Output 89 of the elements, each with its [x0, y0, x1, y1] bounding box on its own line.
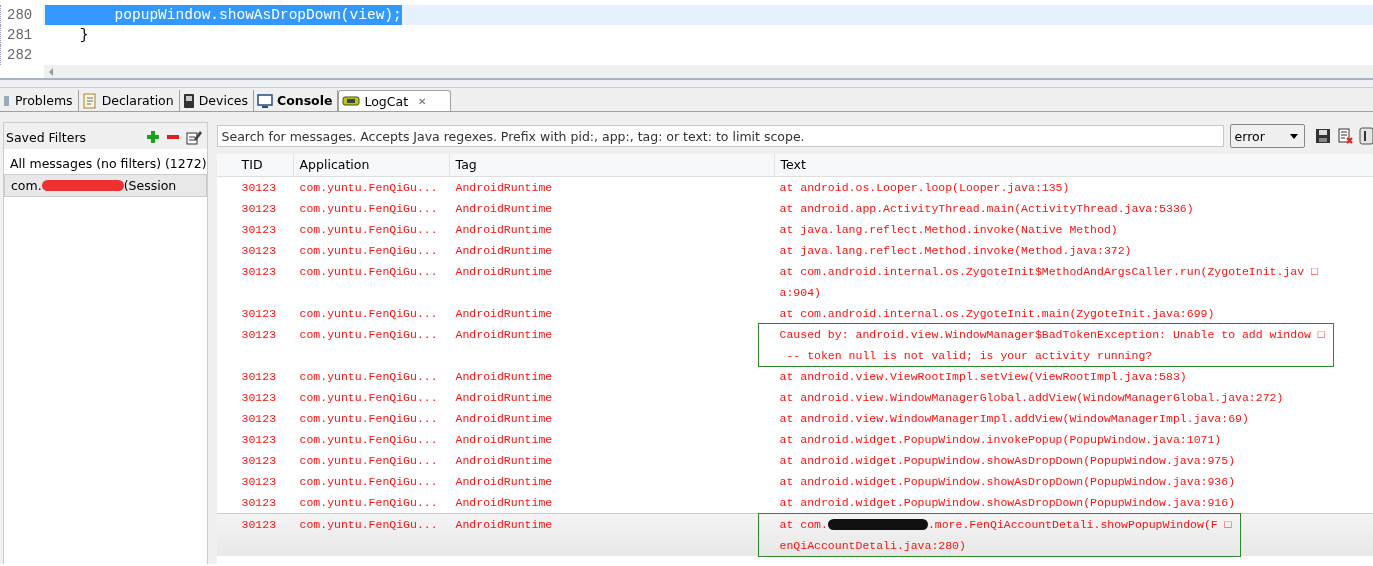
table-cell-text: 30123: [240, 432, 278, 448]
column-header[interactable]: Application: [293, 154, 450, 176]
table-cell-text: AndroidRuntime: [454, 474, 554, 490]
log-text: at android.view.WindowManagerGlobal.addView(WindowManagerGlobal.java:272): [779, 391, 1284, 404]
log-text: at android.view.WindowManagerImpl.addView(WindowManagerImpl.java:69): [779, 412, 1249, 425]
table-cell-text: AndroidRuntime: [454, 390, 554, 406]
table-cell-text: com.yuntu.FenQiGu...: [298, 517, 439, 533]
table-cell-text: 30123: [240, 306, 278, 322]
logcat-icon: [342, 94, 361, 108]
log-text: a:904): [779, 286, 821, 299]
line-number: 280: [0, 5, 43, 25]
table-cell-text: AndroidRuntime: [454, 264, 554, 280]
table-cell-text: com.yuntu.FenQiGu...: [298, 306, 439, 322]
close-icon[interactable]: ✕: [418, 95, 427, 107]
table-cell-text: com.yuntu.FenQiGu...: [298, 264, 439, 280]
edit-icon[interactable]: [185, 129, 202, 145]
table-cell-text: 30123: [240, 390, 278, 406]
table-cell-text: 30123: [240, 327, 278, 343]
table-cell-text: 30123: [240, 411, 278, 427]
view-tab[interactable]: LogCat ✕: [338, 90, 452, 111]
problems-icon: [3, 93, 11, 108]
log-text: at android.os.Looper.loop(Looper.java:135): [779, 181, 1070, 194]
level-dropdown[interactable]: error: [1229, 124, 1305, 148]
column-header[interactable]: Text: [774, 154, 1373, 176]
document-icon: [81, 92, 98, 109]
table-cell-text: AndroidRuntime: [454, 453, 554, 469]
table-cell-text: 30123: [240, 243, 278, 259]
table-cell-text: com.yuntu.FenQiGu...: [298, 474, 439, 490]
table-cell-text: AndroidRuntime: [454, 201, 554, 217]
table-cell-text: AndroidRuntime: [454, 327, 554, 343]
table-cell-text: com.yuntu.FenQiGu...: [298, 180, 439, 196]
table-cell-text: com.yuntu.FenQiGu...: [298, 222, 439, 238]
table-cell-text: com.yuntu.FenQiGu...: [298, 201, 439, 217]
column-header[interactable]: TID: [235, 154, 294, 176]
scroll-left-icon[interactable]: [48, 67, 54, 76]
monitor-icon: [256, 93, 273, 108]
filter-item[interactable]: All messages (no filters) (1272): [4, 153, 207, 174]
toggle-panel-icon[interactable]: [1358, 127, 1373, 145]
table-cell-text: com.yuntu.FenQiGu...: [298, 453, 439, 469]
table-cell-text: 30123: [240, 222, 278, 238]
log-text: at com.android.internal.os.ZygoteInit.main(ZygoteInit.java:699): [779, 307, 1215, 320]
panel-title: Saved Filters: [6, 129, 87, 145]
log-text: at java.lang.reflect.Method.invoke(Native Method): [779, 223, 1118, 236]
table-cell-text: com.yuntu.FenQiGu...: [298, 327, 439, 343]
caret-icon: [1289, 133, 1298, 139]
table-cell-text: 30123: [240, 495, 278, 511]
table-cell-text: AndroidRuntime: [454, 306, 554, 322]
log-text: Caused by: android.view.WindowManager$BadTokenException: Unable to add window □: [779, 328, 1325, 341]
table-cell-text: AndroidRuntime: [454, 517, 554, 533]
add-icon[interactable]: [145, 130, 160, 144]
table-cell-text: 30123: [240, 264, 278, 280]
table-cell-text: AndroidRuntime: [454, 495, 554, 511]
table-cell-text: AndroidRuntime: [454, 222, 554, 238]
table-cell-text: AndroidRuntime: [454, 432, 554, 448]
phone-icon: [182, 92, 195, 109]
log-text: at android.widget.PopupWindow.showAsDropDown(PopupWindow.java:975): [779, 454, 1236, 467]
table-cell-text: 30123: [240, 201, 278, 217]
code-line: }: [78, 26, 89, 45]
table-cell-text: 30123: [240, 369, 278, 385]
save-icon[interactable]: [1314, 128, 1331, 144]
table-cell-text: AndroidRuntime: [454, 369, 554, 385]
log-text: at com.android.internal.os.ZygoteInit$MethodAndArgsCaller.run(ZygoteInit.jav □: [779, 265, 1318, 278]
table-cell-text: 30123: [240, 453, 278, 469]
table-cell-text: com.yuntu.FenQiGu...: [298, 243, 439, 259]
log-text: at android.widget.PopupWindow.showAsDropDown(PopupWindow.java:916): [779, 496, 1236, 509]
table-cell-text: 30123: [240, 474, 278, 490]
clear-log-icon[interactable]: [1336, 128, 1353, 144]
log-text: -- token null is not valid; is your activity running?: [785, 349, 1153, 362]
log-text: .more.FenQiAccountDetali.showPopupWindow(F □: [927, 518, 1232, 531]
log-text: at android.app.ActivityThread.main(ActivityThread.java:5336): [779, 202, 1194, 215]
log-text: at java.lang.reflect.Method.invoke(Method.java:372): [779, 244, 1132, 257]
table-cell-text: AndroidRuntime: [454, 180, 554, 196]
table-cell-text: com.yuntu.FenQiGu...: [298, 369, 439, 385]
table-cell-text: 30123: [240, 517, 278, 533]
search-field[interactable]: Search for messages. Accepts Java regexes. Prefix with pid:, app:, tag: or text: to limit scope.: [216, 125, 1224, 147]
log-text: at android.widget.PopupWindow.invokePopup(PopupWindow.java:1071): [779, 433, 1222, 446]
table-cell-text: 30123: [240, 180, 278, 196]
table-cell-text: AndroidRuntime: [454, 243, 554, 259]
table-cell-text: com.yuntu.FenQiGu...: [298, 432, 439, 448]
table-cell-text: com.yuntu.FenQiGu...: [298, 390, 439, 406]
table-cell-text: AndroidRuntime: [454, 411, 554, 427]
log-text: enQiAccountDetali.java:280): [779, 539, 966, 552]
table-cell-text: com.yuntu.FenQiGu...: [298, 411, 439, 427]
log-text: at android.view.ViewRootImpl.setView(ViewRootImpl.java:583): [779, 370, 1187, 383]
filter-item[interactable]: com. (Session: [4, 174, 207, 197]
log-text: at android.widget.PopupWindow.showAsDropDown(PopupWindow.java:936): [779, 475, 1236, 488]
table-cell-text: com.yuntu.FenQiGu...: [298, 495, 439, 511]
log-text: at com.: [779, 518, 828, 531]
column-header[interactable]: Tag: [449, 154, 775, 176]
